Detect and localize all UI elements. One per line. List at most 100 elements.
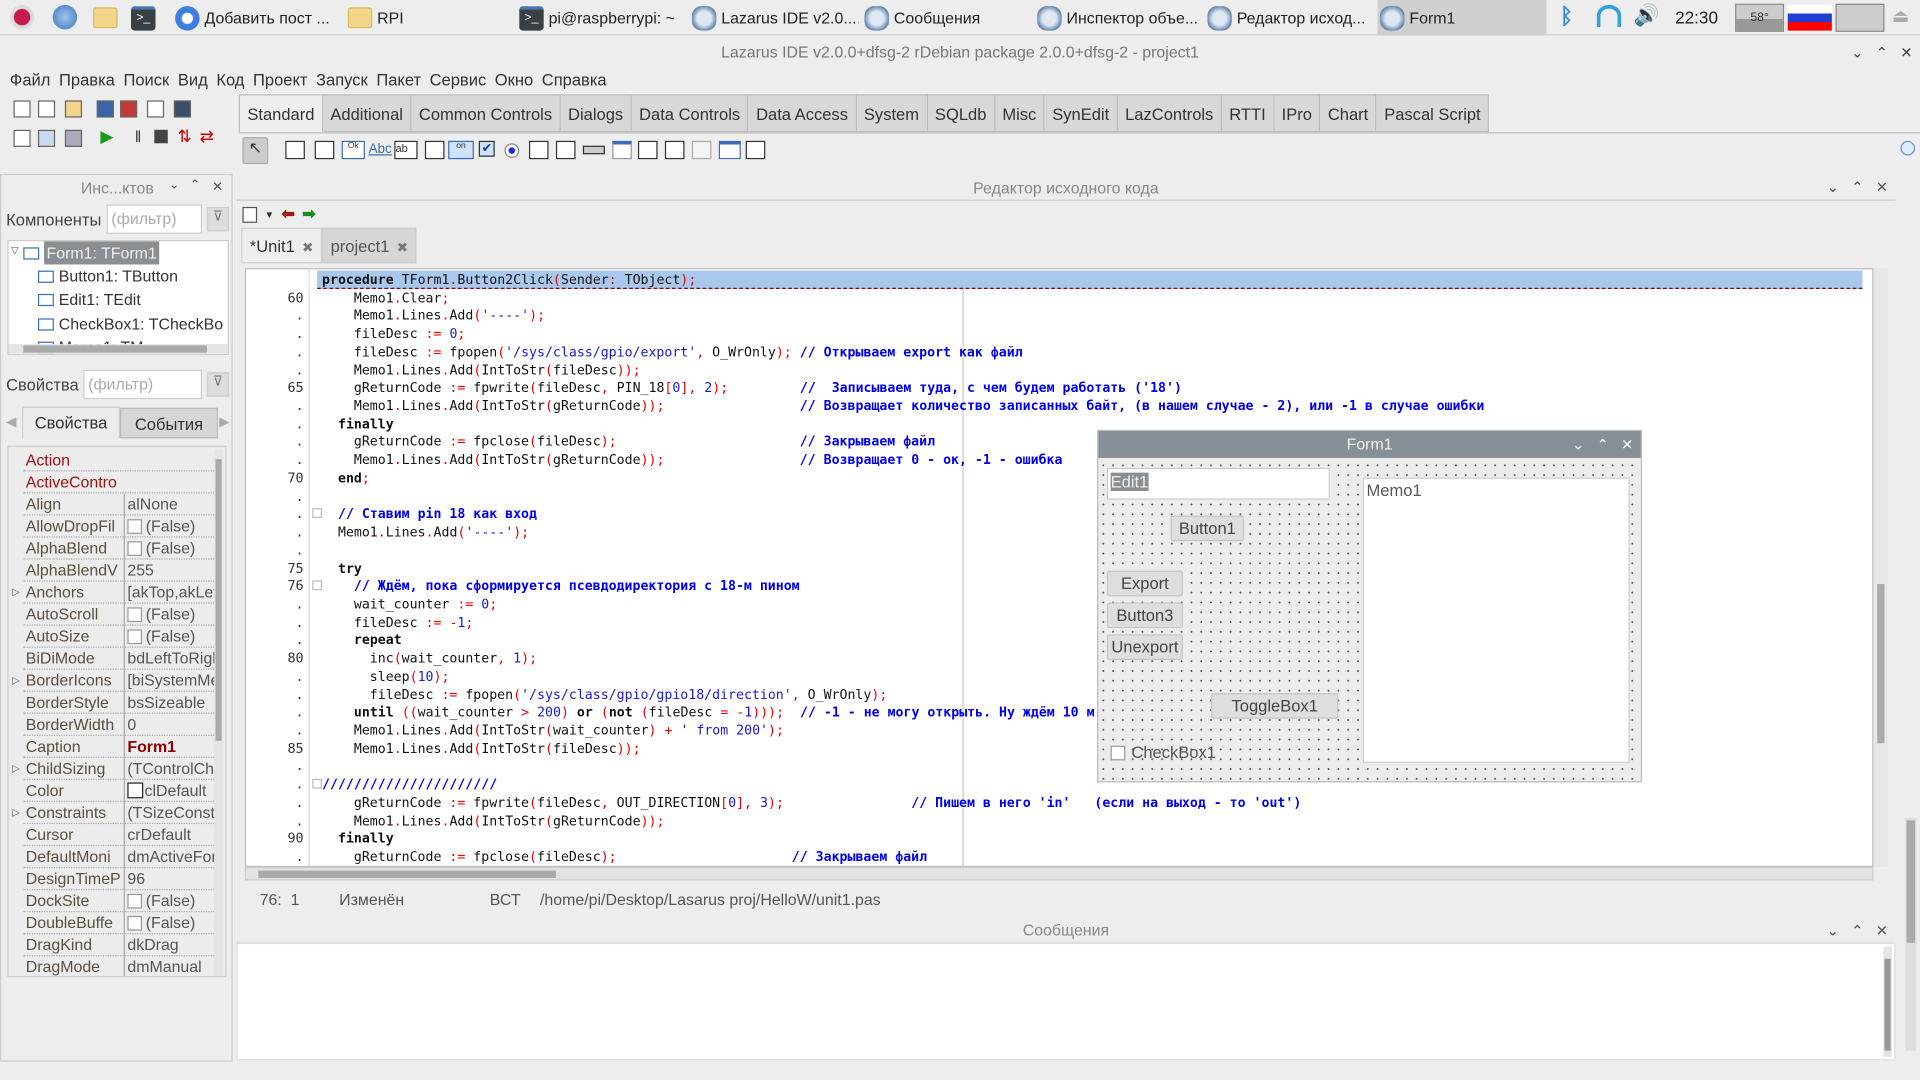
property-row[interactable]: DragKind dkDrag [23, 934, 217, 957]
property-row[interactable]: BorderWidth 0 [23, 713, 215, 736]
tree-item-button1[interactable]: Button1: TButton [37, 264, 178, 287]
code-line[interactable]: // Ждём, пока сформируется псевдодиректо… [322, 577, 800, 595]
build-mode-icon[interactable] [64, 129, 83, 147]
property-row[interactable]: DesignTimeP 96 [23, 868, 215, 891]
code-line[interactable]: Memo1.Lines.Add(IntToStr(gReturnCode)); [322, 811, 665, 829]
jump-back-icon[interactable]: ⬅ [282, 204, 295, 224]
property-value[interactable]: bdLeftToRigh [123, 647, 217, 670]
clear-filter-icon[interactable]: ⊽ [206, 206, 229, 232]
property-row[interactable]: ▷ BorderIcons [biSystemMe [12, 669, 217, 692]
property-value[interactable]: Form1 [123, 735, 217, 758]
bluetooth-icon[interactable]: ᛒ [1560, 4, 1573, 30]
property-value[interactable]: 255 [123, 559, 217, 582]
menu-item[interactable]: Пакет [376, 69, 429, 93]
expand-icon[interactable]: ▷ [12, 670, 20, 692]
jump-list-icon[interactable] [242, 206, 258, 223]
dropdown-arrow-icon[interactable]: ▼ [264, 209, 274, 220]
button1[interactable]: Button1 [1170, 515, 1245, 542]
palette-scroll-icon[interactable] [1900, 140, 1916, 156]
view-units-icon[interactable] [13, 129, 31, 147]
property-value[interactable]: dmManual [123, 956, 217, 976]
code-line[interactable]: fileDesc := 0; [322, 325, 466, 343]
property-row[interactable]: Caption Form1 [23, 735, 217, 758]
code-line[interactable]: Memo1.Lines.Add('----'); [322, 523, 529, 541]
palette-tab-ipro[interactable]: IPro [1274, 94, 1321, 133]
checkbox-icon[interactable] [127, 541, 143, 556]
code-line[interactable]: gReturnCode := fpclose(fileDesc); // Зак… [322, 433, 935, 451]
code-line[interactable]: fileDesc := -1; [322, 613, 474, 631]
menu-item[interactable]: Поиск [123, 69, 177, 93]
expand-icon[interactable]: ▷ [12, 802, 20, 824]
fold-toggle-icon[interactable] [312, 508, 323, 519]
checkbox-icon[interactable] [127, 629, 143, 645]
components-filter-input[interactable]: (фильтр) [106, 204, 203, 234]
tbutton-icon[interactable]: Ok [341, 140, 365, 160]
file-manager-icon[interactable] [93, 7, 118, 29]
expand-icon[interactable]: ▷ [12, 758, 20, 780]
code-line[interactable]: end; [322, 469, 370, 487]
tmainmenu-icon[interactable] [285, 140, 305, 160]
tgroupbox-icon[interactable] [612, 140, 632, 160]
code-line[interactable]: gReturnCode := fpwrite(fileDesc, PIN_18[… [322, 379, 1182, 397]
tcheckbox-icon[interactable]: ✔ [478, 140, 495, 157]
step-over-icon[interactable]: ⇄ [200, 126, 214, 147]
checkbox-icon[interactable] [127, 607, 143, 623]
property-row[interactable]: BiDiMode bdLeftToRigh [23, 647, 217, 670]
palette-tab-standard[interactable]: Standard [238, 94, 324, 133]
close-icon[interactable]: ✕ [1900, 37, 1912, 69]
editor-vertical-scrollbar[interactable] [1873, 268, 1889, 867]
taskbar-item-source-editor[interactable]: Редактор исход... [1207, 0, 1374, 36]
stop-icon[interactable] [154, 129, 168, 144]
close-tab-icon[interactable]: ✖ [302, 241, 313, 256]
code-line[interactable]: try [322, 559, 362, 577]
property-value[interactable]: dmActiveFor [123, 846, 217, 869]
keyboard-layout-flag-icon[interactable] [1787, 4, 1832, 31]
menu-item[interactable]: Проект [253, 69, 316, 93]
palette-tab-data-controls[interactable]: Data Controls [631, 94, 749, 133]
palette-tab-data-access[interactable]: Data Access [748, 94, 857, 133]
close-icon[interactable]: ✕ [1621, 431, 1633, 458]
tab-properties[interactable]: Свойства [22, 406, 121, 439]
tpanel-icon[interactable] [691, 140, 712, 160]
button3[interactable]: Button3 [1106, 602, 1183, 629]
property-value[interactable]: crDefault [123, 824, 217, 847]
palette-tab-misc[interactable]: Misc [994, 94, 1045, 133]
property-grid-scrollbar[interactable] [214, 449, 223, 976]
checkbox-icon[interactable] [127, 893, 143, 909]
panel-close-icon[interactable]: ✕ [212, 179, 223, 195]
taskbar-item-terminal[interactable]: >_ pi@raspberrypi: ~ [519, 0, 686, 36]
property-row[interactable]: Color clDefault [23, 780, 215, 803]
tmemo-icon[interactable] [424, 140, 445, 160]
code-line[interactable]: fileDesc := fpopen('/sys/class/gpio/gpio… [322, 685, 888, 703]
clear-filter-icon[interactable]: ⊽ [206, 372, 229, 397]
tree-hscrollbar[interactable] [8, 344, 228, 354]
browser-globe-icon[interactable] [52, 4, 78, 30]
open-icon[interactable] [64, 100, 83, 118]
new-unit-icon[interactable] [13, 100, 31, 118]
code-line[interactable]: finally [322, 415, 394, 433]
panel-menu-icon[interactable]: ⌄ [169, 179, 179, 192]
code-line[interactable]: gReturnCode := fpwrite(fileDesc, OUT_DIR… [322, 793, 1301, 811]
fold-toggle-icon[interactable] [312, 778, 323, 789]
code-line[interactable]: Memo1.Lines.Add(IntToStr(fileDesc)); [322, 361, 641, 379]
minimize-icon[interactable]: ⌄ [1851, 37, 1863, 69]
property-value[interactable]: (False) [123, 912, 217, 935]
step-into-icon[interactable]: ⇅ [178, 126, 192, 147]
checkbox-icon[interactable] [127, 915, 143, 931]
clock[interactable]: 22:30 [1675, 7, 1718, 27]
close-tab-icon[interactable]: ✖ [397, 241, 408, 256]
panel-maximize-icon[interactable]: ⌃ [1851, 918, 1863, 942]
tcombobox-icon[interactable] [555, 140, 576, 160]
property-row[interactable]: AutoSize (False) [23, 625, 215, 648]
property-value[interactable]: dkDrag [123, 934, 217, 957]
menu-item[interactable]: Файл [10, 69, 59, 93]
memo1[interactable]: Memo1 [1362, 477, 1630, 763]
code-line[interactable]: procedure TForm1.Button2Click(Sender: TO… [317, 270, 1863, 289]
export-button[interactable]: Export [1106, 570, 1183, 597]
unexport-button[interactable]: Unexport [1106, 634, 1183, 661]
menu-item[interactable]: Окно [495, 69, 542, 93]
panel-menu-icon[interactable]: ⌄ [1827, 175, 1839, 201]
new-form-icon[interactable] [37, 100, 56, 118]
tab-events[interactable]: События [120, 407, 218, 439]
tree-item-edit1[interactable]: Edit1: TEdit [37, 288, 141, 311]
